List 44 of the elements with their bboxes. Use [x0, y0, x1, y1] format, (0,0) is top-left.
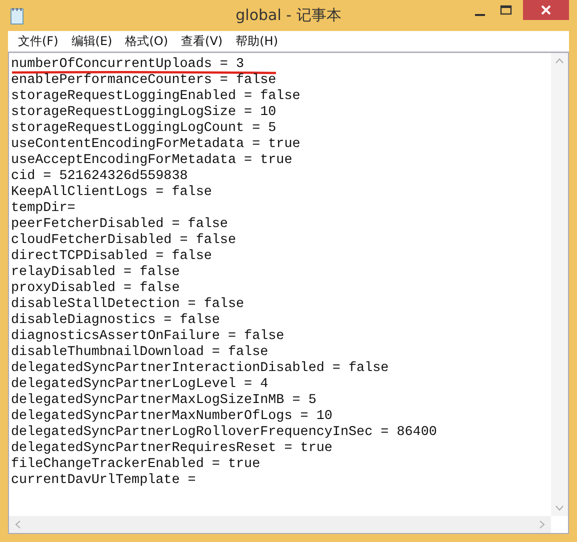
close-button[interactable] [523, 0, 569, 20]
text-line: storageRequestLoggingLogCount = 5 [11, 122, 276, 135]
text-line: disableStallDetection = false [11, 298, 244, 311]
text-line: delegatedSyncPartnerInteractionDisabled = false [11, 362, 389, 375]
menu-item[interactable]: 帮助(H) [230, 32, 284, 50]
menu-item[interactable]: 查看(V) [175, 32, 229, 50]
text-line: numberOfConcurrentUploads = 3 [11, 58, 244, 71]
menu-item[interactable]: 文件(F) [12, 32, 64, 50]
close-icon [540, 4, 552, 16]
scroll-down-icon[interactable] [555, 505, 564, 511]
text-line: storageRequestLoggingEnabled = false [11, 90, 300, 103]
menu-item[interactable]: 编辑(E) [65, 32, 118, 50]
scroll-up-icon[interactable] [555, 58, 564, 64]
text-line: directTCPDisabled = false [11, 250, 212, 263]
text-line: delegatedSyncPartnerLogLevel = 4 [11, 378, 268, 391]
horizontal-scrollbar[interactable] [9, 516, 551, 533]
text-line: cloudFetcherDisabled = false [11, 234, 236, 247]
notepad-icon [10, 6, 24, 24]
scroll-left-icon[interactable] [15, 520, 21, 529]
text-line: relayDisabled = false [11, 266, 180, 279]
text-line: diagnosticsAssertOnFailure = false [11, 330, 284, 343]
text-line: delegatedSyncPartnerMaxLogSizeInMB = 5 [11, 394, 316, 407]
text-line: disableDiagnostics = false [11, 314, 220, 327]
text-line: delegatedSyncPartnerRequiresReset = true [11, 442, 332, 455]
text-line: peerFetcherDisabled = false [11, 218, 228, 231]
text-line: enablePerformanceCounters = false [11, 74, 276, 87]
menu-item[interactable]: 格式(O) [119, 32, 174, 50]
text-line: proxyDisabled = false [11, 282, 180, 295]
text-line: tempDir= [11, 202, 76, 215]
minimize-icon [475, 14, 485, 16]
text-line: useAcceptEncodingForMetadata = true [11, 154, 292, 167]
window-title: global - 记事本 [236, 6, 342, 25]
text-line: currentDavUrlTemplate = [11, 474, 196, 487]
vertical-scrollbar[interactable] [551, 53, 568, 516]
text-line: delegatedSyncPartnerMaxNumberOfLogs = 10 [11, 410, 332, 423]
text-line: useContentEncodingForMetadata = true [11, 138, 300, 151]
scroll-right-icon[interactable] [539, 520, 545, 529]
text-line: disableThumbnailDownload = false [11, 346, 268, 359]
text-line: storageRequestLoggingLogSize = 10 [11, 106, 276, 119]
text-line: fileChangeTrackerEnabled = true [11, 458, 260, 471]
maximize-icon [500, 5, 512, 15]
text-line: KeepAllClientLogs = false [11, 186, 212, 199]
text-line: cid = 521624326d559838 [11, 170, 188, 183]
text-line: delegatedSyncPartnerLogRolloverFrequencyInSec = 86400 [11, 426, 437, 439]
